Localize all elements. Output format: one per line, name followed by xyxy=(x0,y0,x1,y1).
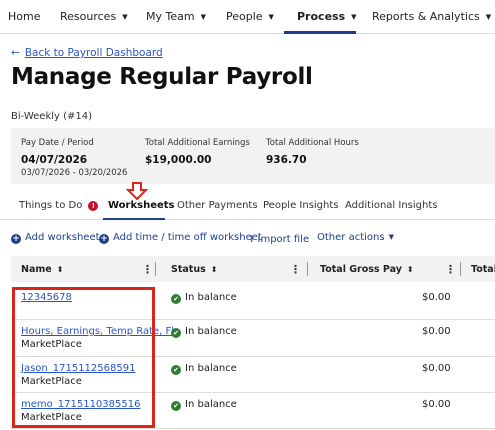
column-menu-icon[interactable]: ⋮ xyxy=(445,263,456,276)
chevron-down-icon: ▼ xyxy=(200,13,206,21)
payroll-frequency: Bi-Weekly (#14) xyxy=(11,111,93,122)
column-menu-icon[interactable]: ⋮ xyxy=(290,263,301,276)
column-resize-handle[interactable] xyxy=(155,262,156,276)
active-tab-indicator xyxy=(103,218,165,220)
other-actions-dropdown[interactable]: Other actions ▼ xyxy=(317,232,394,243)
chevron-down-icon: ▼ xyxy=(388,233,394,241)
sort-icon[interactable]: ⬍ xyxy=(211,265,218,274)
tab-bar: Things to Do! Worksheets Other Payments … xyxy=(0,192,495,220)
chevron-down-icon: ▼ xyxy=(485,13,492,21)
nav-people[interactable]: People ▼ xyxy=(226,0,274,34)
highlight-box xyxy=(12,287,155,428)
tab-things-to-do[interactable]: Things to Do! xyxy=(19,200,99,211)
column-menu-icon[interactable]: ⋮ xyxy=(142,263,153,276)
plus-circle-icon: + xyxy=(11,234,21,244)
nav-process[interactable]: Process ▼ xyxy=(284,0,357,34)
top-navigation: Home Resources ▼ My Team ▼ People ▼ Process… xyxy=(0,0,495,34)
column-resize-handle[interactable] xyxy=(307,262,308,276)
hours-value: 936.70 xyxy=(266,154,307,166)
check-circle-icon: ✔ xyxy=(171,294,181,304)
add-time-off-worksheet-button[interactable]: + Add time / time off worksheet xyxy=(99,232,262,244)
check-circle-icon: ✔ xyxy=(171,401,181,411)
column-header-total-gross-pay[interactable]: Total Gross Pay ⬍ xyxy=(320,264,414,275)
payroll-summary: Pay Date / Period 04/07/2026 03/07/2026 … xyxy=(11,128,495,184)
column-header-status[interactable]: Status ⬍ xyxy=(171,264,217,275)
table-header: Name ⬍ ⋮ Status ⬍ ⋮ Total Gross Pay ⬍ ⋮ Tot… xyxy=(11,256,495,282)
alert-badge: ! xyxy=(88,201,99,211)
hours-section: Total Additional Hours 936.70 xyxy=(266,138,359,166)
sort-icon[interactable]: ⬍ xyxy=(57,265,64,274)
add-worksheet-button[interactable]: + Add worksheet xyxy=(11,232,100,244)
earnings-value: $19,000.00 xyxy=(145,154,212,166)
status-cell: ✔ In balance xyxy=(171,292,237,304)
status-cell: ✔ In balance xyxy=(171,363,237,375)
earnings-section: Total Additional Earnings $19,000.00 xyxy=(145,138,250,166)
sort-icon[interactable]: ⬍ xyxy=(407,265,414,274)
arrow-left-icon: ← xyxy=(11,47,20,59)
nav-my-team[interactable]: My Team ▼ xyxy=(146,0,206,34)
tab-other-payments[interactable]: Other Payments xyxy=(177,200,258,211)
worksheet-actions: + Add worksheet + Add time / time off work… xyxy=(0,228,495,248)
import-file-button[interactable]: ⭱ Import file xyxy=(250,232,309,249)
plus-circle-icon: + xyxy=(99,234,109,244)
nav-home[interactable]: Home xyxy=(8,0,40,34)
tab-worksheets[interactable]: Worksheets xyxy=(108,200,175,211)
nav-reports-analytics[interactable]: Reports & Analytics ▼ xyxy=(372,0,491,34)
gross-pay-cell: $0.00 xyxy=(422,326,451,337)
check-circle-icon: ✔ xyxy=(171,365,181,375)
chevron-down-icon: ▼ xyxy=(122,13,128,21)
pay-period: 03/07/2026 - 03/20/2026 xyxy=(21,168,128,178)
column-header-name[interactable]: Name ⬍ xyxy=(21,264,63,275)
column-resize-handle[interactable] xyxy=(460,262,461,276)
status-cell: ✔ In balance xyxy=(171,399,237,411)
status-cell: ✔ In balance xyxy=(171,326,237,338)
pay-date-section: Pay Date / Period 04/07/2026 03/07/2026 … xyxy=(21,138,128,178)
gross-pay-cell: $0.00 xyxy=(422,399,451,410)
tab-additional-insights[interactable]: Additional Insights xyxy=(345,200,437,211)
check-circle-icon: ✔ xyxy=(171,328,181,338)
upload-icon: ⭱ xyxy=(250,234,254,245)
gross-pay-cell: $0.00 xyxy=(422,292,451,303)
pay-date-value: 04/07/2026 xyxy=(21,154,88,166)
nav-resources[interactable]: Resources ▼ xyxy=(60,0,128,34)
chevron-down-icon: ▼ xyxy=(268,13,274,21)
gross-pay-cell: $0.00 xyxy=(422,363,451,374)
page-title: Manage Regular Payroll xyxy=(11,64,313,90)
tab-people-insights[interactable]: People Insights xyxy=(263,200,339,211)
column-header-total-hours[interactable]: Total H xyxy=(471,264,495,275)
back-to-dashboard-link[interactable]: ← Back to Payroll Dashboard xyxy=(11,47,163,59)
chevron-down-icon: ▼ xyxy=(351,13,357,21)
